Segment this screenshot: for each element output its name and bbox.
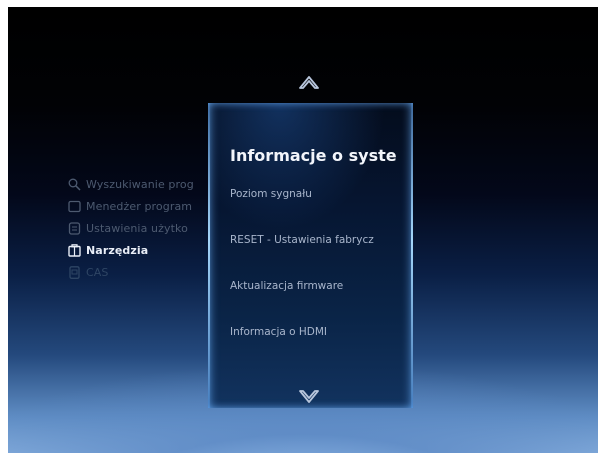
card-icon: [68, 265, 81, 279]
settings-icon: [68, 221, 81, 235]
submenu-list: Informacje o syste Poziom sygnału RESET …: [230, 141, 410, 344]
submenu-item-firmware-update[interactable]: Aktualizacja firmware: [230, 275, 410, 298]
submenu-item-system-info[interactable]: Informacje o syste: [230, 141, 410, 171]
submenu-item-factory-reset[interactable]: RESET - Ustawienia fabrycz: [230, 229, 410, 252]
toolbox-icon: [68, 243, 81, 257]
main-menu: Wyszukiwanie prog Menedżer program Ustaw…: [68, 173, 208, 283]
menu-item-cas[interactable]: CAS: [68, 261, 208, 283]
menu-item-label: Narzędzia: [86, 243, 149, 257]
menu-item-channel-manager[interactable]: Menedżer program: [68, 195, 208, 217]
submenu-item-signal-level[interactable]: Poziom sygnału: [230, 183, 410, 206]
menu-item-user-settings[interactable]: Ustawienia użytko: [68, 217, 208, 239]
menu-item-label: Ustawienia użytko: [86, 221, 188, 235]
menu-item-tools[interactable]: Narzędzia: [68, 239, 208, 261]
submenu-item-hdmi-info[interactable]: Informacja o HDMI: [230, 321, 410, 344]
search-icon: [68, 178, 81, 191]
tv-icon: [68, 200, 81, 213]
menu-item-search[interactable]: Wyszukiwanie prog: [68, 173, 208, 195]
scroll-down-arrow[interactable]: [294, 386, 324, 408]
menu-item-label: Menedżer program: [86, 199, 193, 213]
scroll-up-arrow[interactable]: [294, 71, 324, 93]
tv-screen: Wyszukiwanie prog Menedżer program Ustaw…: [8, 7, 598, 453]
menu-item-label: Wyszukiwanie prog: [86, 177, 194, 191]
chevron-down-icon: [299, 390, 319, 403]
chevron-up-icon: [299, 76, 319, 89]
menu-item-label: CAS: [86, 265, 109, 279]
